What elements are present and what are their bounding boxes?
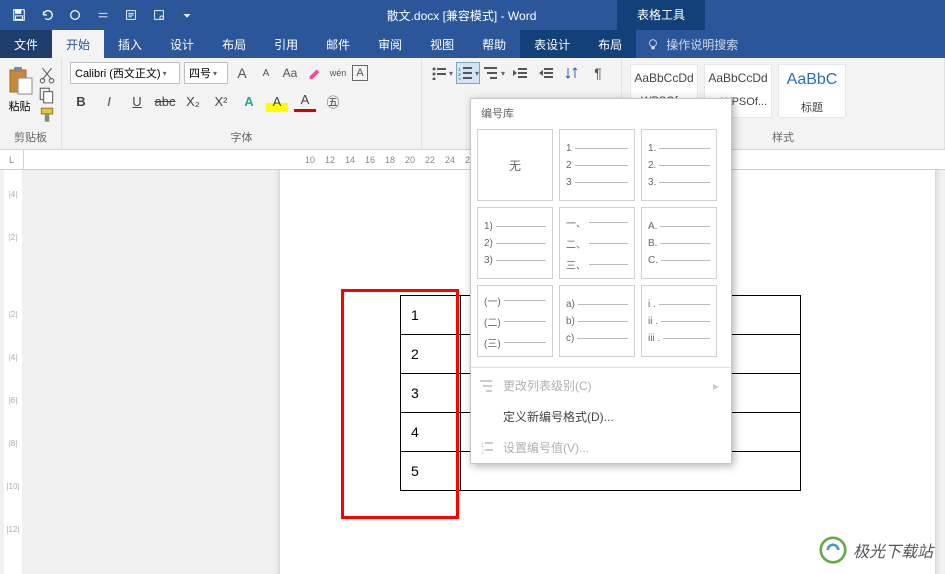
vertical-ruler[interactable]: |4||2||2||4||6||8||10||12| [4, 170, 22, 574]
text-effects-button[interactable]: A [238, 90, 260, 112]
tab-insert[interactable]: 插入 [104, 30, 156, 58]
tab-home[interactable]: 开始 [52, 30, 104, 58]
bullets-button[interactable]: ▾ [430, 62, 454, 84]
set-numbering-value: 12 设置编号值(V)... [471, 432, 731, 463]
increase-font-icon[interactable]: A [232, 63, 252, 83]
watermark-logo-icon [819, 536, 847, 564]
numbering-format-4[interactable]: 一、 二、 三、 [559, 207, 635, 279]
tell-me-label: 操作说明搜索 [666, 36, 738, 53]
table-tools-label: 表格工具 [617, 0, 705, 30]
qat-more-icon[interactable] [90, 2, 116, 28]
phonetic-guide-button[interactable]: wén [328, 63, 348, 83]
change-case-button[interactable]: Aa [280, 63, 300, 83]
qat-btn-5[interactable] [118, 2, 144, 28]
clipboard-label: 剪贴板 [14, 129, 47, 147]
font-group: Calibri (西文正文)▾ 四号▾ A A Aa wén A B I U a… [62, 58, 422, 149]
tab-references[interactable]: 引用 [260, 30, 312, 58]
numbering-format-8[interactable]: i . ii . iii . [641, 285, 717, 357]
change-list-level: 更改列表级别(C)▸ [471, 370, 731, 401]
numbering-format-3[interactable]: 1) 2) 3) [477, 207, 553, 279]
tab-help[interactable]: 帮助 [468, 30, 520, 58]
qat-dropdown-icon[interactable] [174, 2, 200, 28]
save-icon[interactable] [6, 2, 32, 28]
table-cell[interactable]: 5 [401, 452, 461, 491]
font-name-select[interactable]: Calibri (西文正文)▾ [70, 62, 180, 84]
strike-button[interactable]: abc [154, 90, 176, 112]
clear-format-icon[interactable] [304, 63, 324, 83]
cut-icon[interactable] [38, 66, 56, 84]
italic-button[interactable]: I [98, 90, 120, 112]
font-color-button[interactable]: A [294, 90, 316, 112]
numbering-format-6[interactable]: (一) (二) (三) [477, 285, 553, 357]
enclose-char-button[interactable]: ㊄ [322, 90, 344, 112]
tab-view[interactable]: 视图 [416, 30, 468, 58]
tab-review[interactable]: 审阅 [364, 30, 416, 58]
tab-mailings[interactable]: 邮件 [312, 30, 364, 58]
clipboard-group: 粘贴 剪贴板 [0, 58, 62, 149]
sort-button[interactable] [560, 62, 584, 84]
font-size-select[interactable]: 四号▾ [184, 62, 228, 84]
quick-access-toolbar [0, 2, 206, 28]
show-marks-button[interactable]: ¶ [586, 62, 610, 84]
decrease-indent-button[interactable] [508, 62, 532, 84]
increase-indent-button[interactable] [534, 62, 558, 84]
underline-button[interactable]: U [126, 90, 148, 112]
numbering-format-7[interactable]: a) b) c) [559, 285, 635, 357]
font-label: 字体 [70, 129, 413, 147]
char-border-button[interactable]: A [352, 65, 368, 81]
tab-table-layout[interactable]: 布局 [584, 30, 636, 58]
list-level-icon [479, 378, 495, 394]
numbering-library-header: 编号库 [471, 99, 731, 125]
tell-me-search[interactable]: 操作说明搜索 [636, 30, 748, 58]
numbering-dropdown: 编号库 无 1 2 3 1. 2. 3. 1) 2) 3) 一、 二、 三、 A… [470, 98, 732, 464]
numbering-format-1[interactable]: 1 2 3 [559, 129, 635, 201]
menu-tabs: 文件 开始 插入 设计 布局 引用 邮件 审阅 视图 帮助 表设计 布局 操作说… [0, 30, 945, 58]
numbering-format-2[interactable]: 1. 2. 3. [641, 129, 717, 201]
bold-button[interactable]: B [70, 90, 92, 112]
watermark-text: 极光下载站 [853, 538, 933, 562]
undo-icon[interactable] [34, 2, 60, 28]
window-title: 散文.docx [兼容模式] - Word [306, 7, 617, 24]
table-cell[interactable]: 3 [401, 374, 461, 413]
paste-icon [6, 66, 34, 96]
set-value-icon: 12 [479, 440, 495, 456]
define-new-format[interactable]: 定义新编号格式(D)... [471, 401, 731, 432]
qat-btn-6[interactable] [146, 2, 172, 28]
svg-text:2: 2 [481, 450, 485, 456]
format-painter-icon[interactable] [38, 106, 56, 124]
decrease-font-icon[interactable]: A [256, 63, 276, 83]
style-title[interactable]: AaBbC标题 [778, 64, 846, 118]
tab-selector[interactable]: L [0, 150, 24, 169]
superscript-button[interactable]: X² [210, 90, 232, 112]
title-bar: 散文.docx [兼容模式] - Word 表格工具 [0, 0, 945, 30]
numbering-none[interactable]: 无 [477, 129, 553, 201]
table-cell[interactable]: 2 [401, 335, 461, 374]
watermark: 极光下载站 [819, 536, 933, 564]
svg-text:1: 1 [481, 443, 485, 449]
svg-text:3: 3 [458, 77, 461, 80]
subscript-button[interactable]: X₂ [182, 90, 204, 112]
tab-table-design[interactable]: 表设计 [520, 30, 584, 58]
copy-icon[interactable] [38, 86, 56, 104]
redo-icon[interactable] [62, 2, 88, 28]
table-cell[interactable]: 4 [401, 413, 461, 452]
bulb-icon [646, 37, 660, 51]
paste-button[interactable]: 粘贴 [6, 66, 34, 124]
tab-layout[interactable]: 布局 [208, 30, 260, 58]
numbering-format-5[interactable]: A. B. C. [641, 207, 717, 279]
multilevel-button[interactable]: ▾ [482, 62, 506, 84]
tab-design[interactable]: 设计 [156, 30, 208, 58]
numbering-button[interactable]: 123▾ [456, 62, 480, 84]
table-cell[interactable]: 1 [401, 296, 461, 335]
highlight-button[interactable]: A [266, 90, 288, 112]
tab-file[interactable]: 文件 [0, 30, 52, 58]
